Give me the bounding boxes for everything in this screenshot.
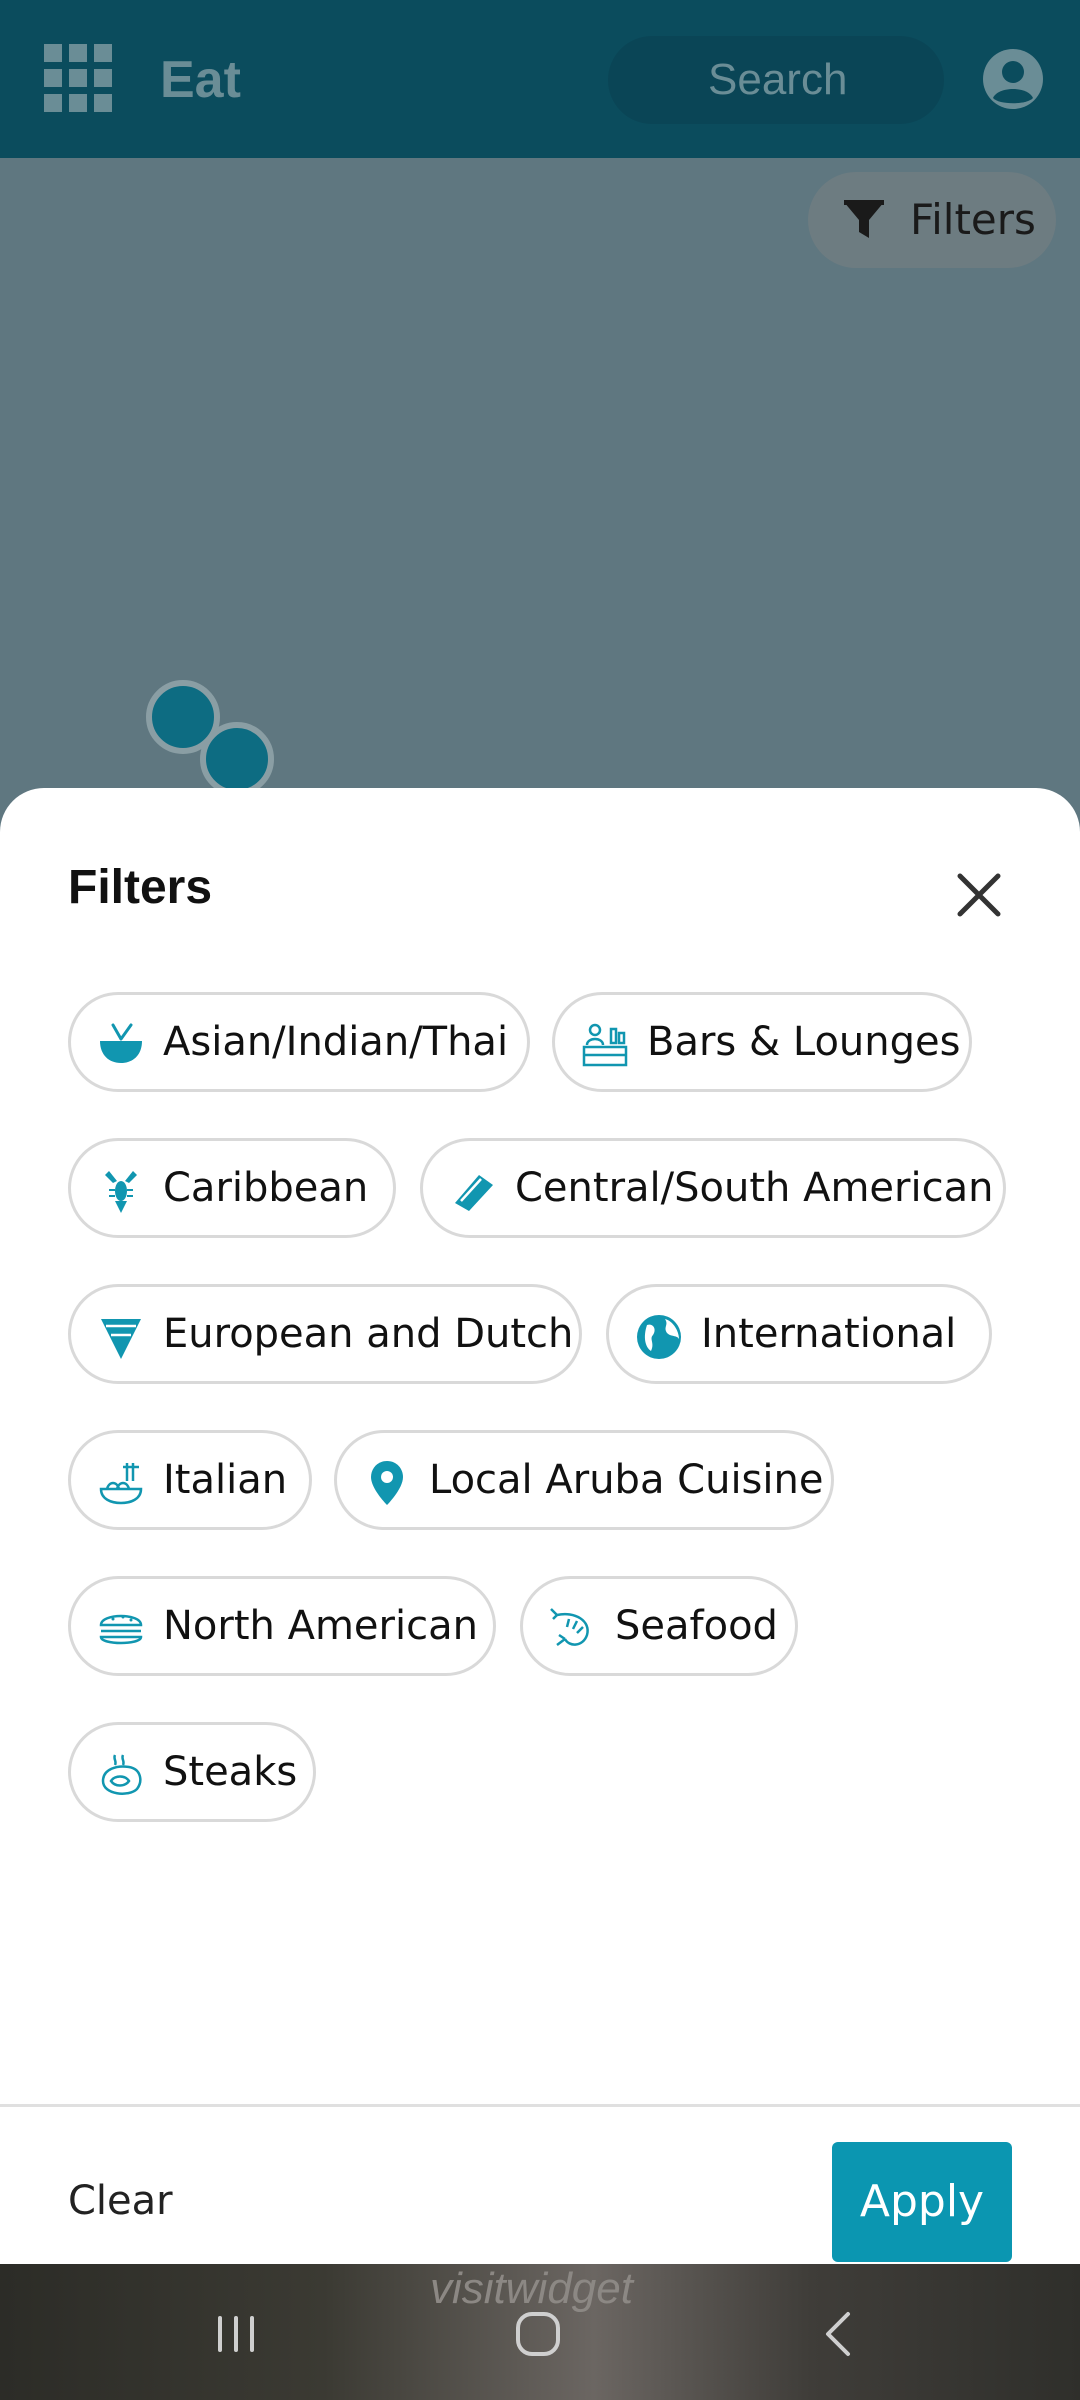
shrimp-icon	[550, 1608, 589, 1646]
filter-chip-bars[interactable]: Bars & Lounges	[552, 992, 972, 1092]
search-placeholder: Search	[708, 55, 848, 104]
chip-label: Steaks	[163, 1749, 298, 1795]
map-marker-international[interactable]	[200, 722, 274, 796]
filters-sheet: Filters Asian/Indian/Thai Bars & Lounges	[0, 788, 1080, 2264]
bowl-icon	[100, 1023, 142, 1063]
filter-chip-italian[interactable]: Italian	[68, 1430, 312, 1530]
close-icon[interactable]	[948, 864, 1010, 926]
pasta-icon	[99, 1463, 143, 1505]
filter-funnel-icon	[844, 200, 884, 238]
back-icon[interactable]	[810, 2304, 870, 2364]
clear-button[interactable]: Clear	[68, 2178, 173, 2224]
chip-label: Bars & Lounges	[647, 1019, 961, 1065]
apply-button[interactable]: Apply	[832, 2142, 1012, 2262]
chip-label: Caribbean	[163, 1165, 369, 1211]
chip-label: Seafood	[615, 1603, 778, 1649]
chip-label: Asian/Indian/Thai	[163, 1019, 509, 1065]
home-icon[interactable]	[508, 2304, 568, 2364]
filter-chip-european[interactable]: European and Dutch	[68, 1284, 582, 1384]
chip-label: International	[701, 1311, 957, 1357]
location-pin-icon	[371, 1461, 403, 1505]
apps-grid-icon[interactable]	[44, 44, 112, 112]
filter-chip-international[interactable]: International	[606, 1284, 992, 1384]
filters-button[interactable]: Filters	[808, 172, 1056, 268]
user-profile-icon[interactable]	[982, 48, 1044, 110]
chip-label: Italian	[163, 1457, 288, 1503]
app-title: Eat	[160, 51, 241, 109]
filter-chip-central-south-american[interactable]: Central/South American	[420, 1138, 1006, 1238]
system-nav-bar: visitwidget	[0, 2264, 1080, 2400]
app-bar: Eat Search	[0, 0, 1080, 158]
steak-icon	[101, 1754, 142, 1795]
filter-chip-caribbean[interactable]: Caribbean	[68, 1138, 396, 1238]
sheet-title: Filters	[68, 861, 213, 914]
filter-chip-north-american[interactable]: North American	[68, 1576, 496, 1676]
chip-label: Central/South American	[515, 1165, 994, 1211]
bar-counter-icon	[582, 1023, 628, 1067]
recent-apps-icon[interactable]	[206, 2304, 266, 2364]
chip-label: Local Aruba Cuisine	[429, 1457, 824, 1503]
filter-chip-steaks[interactable]: Steaks	[68, 1722, 316, 1822]
globe-icon	[637, 1315, 681, 1359]
chip-label: North American	[163, 1603, 478, 1649]
sheet-footer-divider	[0, 2104, 1080, 2107]
burrito-icon	[455, 1175, 493, 1211]
search-field[interactable]: Search	[608, 36, 944, 124]
filter-chip-asian[interactable]: Asian/Indian/Thai	[68, 992, 530, 1092]
burger-icon	[99, 1614, 143, 1645]
filters-button-label: Filters	[910, 195, 1036, 244]
lobster-icon	[105, 1171, 137, 1213]
filter-chip-seafood[interactable]: Seafood	[520, 1576, 798, 1676]
chip-label: European and Dutch	[163, 1311, 574, 1357]
pizza-slice-icon	[101, 1319, 141, 1359]
filter-chip-local-aruba[interactable]: Local Aruba Cuisine	[334, 1430, 834, 1530]
